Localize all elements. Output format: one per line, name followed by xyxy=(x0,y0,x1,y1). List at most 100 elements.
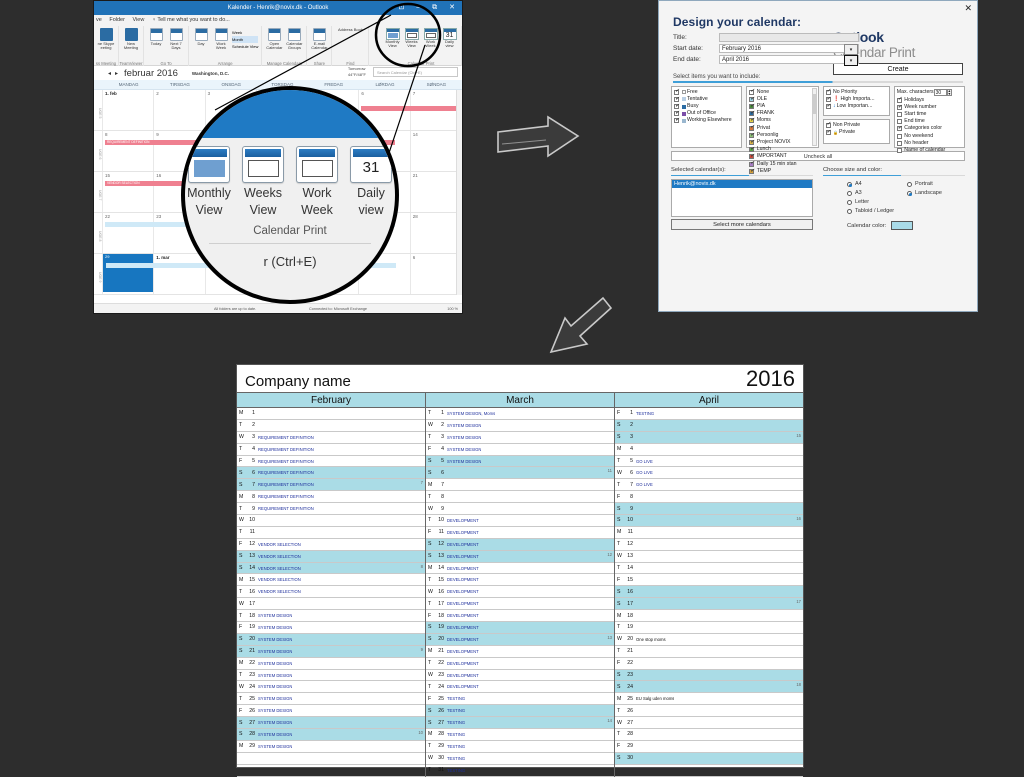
chevron-down-icon[interactable]: ▾ xyxy=(844,55,858,66)
monthly-view-button-zoomed[interactable]: Monthly View xyxy=(187,146,232,217)
calendar-day-cell[interactable]: 2 xyxy=(154,90,206,130)
window-controls[interactable]: ⊡ – ⧉ ✕ xyxy=(399,1,460,15)
monthly-view-button[interactable]: Monthly View xyxy=(384,28,401,49)
chevron-down-icon[interactable]: ▾ xyxy=(844,44,858,55)
skype-meeting-button[interactable]: ne Skype eeting xyxy=(97,28,115,51)
radio-landscape[interactable]: Landscape xyxy=(907,189,951,198)
next-7-days-button[interactable]: Next 7 Days xyxy=(167,28,185,51)
calendar-day-cell[interactable]: 6 xyxy=(411,254,462,294)
checkbox-week-number[interactable]: Week number xyxy=(896,104,962,111)
new-meeting-button[interactable]: New Meeting xyxy=(122,28,140,51)
menu-item-0[interactable]: ve xyxy=(96,17,102,23)
work-week-button-zoomed[interactable]: Work Week xyxy=(295,146,340,217)
calendar-day-cell[interactable]: 1. feb xyxy=(103,90,155,130)
checkbox-personlig[interactable]: Personlig xyxy=(749,132,815,139)
calendar-day-cell[interactable]: 21 xyxy=(411,172,462,212)
checkbox-high-importance[interactable]: ❗High Importa... xyxy=(825,96,887,103)
checkbox-end-time[interactable]: End time xyxy=(896,118,962,125)
checkbox-daily-standup[interactable]: Daily 15 min stan xyxy=(749,160,815,168)
close-icon[interactable]: ✕ xyxy=(964,3,972,14)
title-input[interactable] xyxy=(719,33,859,42)
selected-calendar-item[interactable]: Henrik@novix.dk xyxy=(672,180,812,188)
outlook-menubar[interactable]: ve Folder View ♀ Tell me what you want t… xyxy=(94,15,462,26)
weeks-view-button[interactable]: Weeks View xyxy=(403,28,420,49)
calendar-scrollbar[interactable] xyxy=(456,90,462,295)
day-view-button[interactable]: Day xyxy=(192,28,210,51)
privacy-panel[interactable]: Non Private 🔒Private xyxy=(822,118,890,144)
checkbox-pia[interactable]: PIA xyxy=(749,103,815,110)
radio-portrait[interactable]: Portrait xyxy=(907,180,951,189)
calendar-day-cell[interactable]: 15 VENDOR SELECTION xyxy=(103,172,395,212)
calendar-day-cell[interactable]: 14 xyxy=(411,131,462,171)
checkbox-low-importance[interactable]: ↓Low Importan... xyxy=(825,103,887,110)
checkbox-free[interactable]: Free xyxy=(674,88,739,96)
calendar-day-cell[interactable]: 22 xyxy=(103,213,395,253)
radio-tabloid[interactable]: Tabloid / Ledger xyxy=(847,207,899,216)
checkbox-no-priority[interactable]: No Priority xyxy=(825,88,887,96)
radio-a3[interactable]: A3 xyxy=(847,189,899,198)
arrange-month-item[interactable]: Month xyxy=(232,36,259,43)
search-input[interactable]: Search Calendar (Ctrl+E) xyxy=(373,67,458,77)
checkbox-name-of-calendar[interactable]: Name of calendar xyxy=(896,147,962,154)
checkbox-lunch[interactable]: Lunch xyxy=(749,146,815,153)
work-week-button[interactable]: Work Week xyxy=(212,28,230,51)
checkbox-holidays[interactable]: Holidays xyxy=(896,96,962,104)
today-button[interactable]: Today xyxy=(147,28,165,51)
email-calendar-button[interactable]: E-mail Calendar xyxy=(310,28,328,51)
calendar-groups-button[interactable]: Calendar Groups xyxy=(285,28,303,51)
checkbox-private[interactable]: 🔒Private xyxy=(825,129,887,136)
radio-a4[interactable]: A4 xyxy=(847,180,899,189)
arrange-schedule-view-item[interactable]: Schedule View xyxy=(232,43,258,50)
menu-item-folder[interactable]: Folder xyxy=(109,17,125,23)
checkbox-none[interactable]: None xyxy=(749,88,815,96)
checkbox-busy[interactable]: Busy xyxy=(674,103,739,110)
start-date-input[interactable]: February 2016 ▾ xyxy=(719,44,859,55)
next-month-button[interactable]: ▸ xyxy=(115,70,118,77)
checkbox-non-private[interactable]: Non Private xyxy=(825,121,887,129)
calendar-color-swatch[interactable] xyxy=(891,221,914,230)
checkbox-important[interactable]: IMPORTANT xyxy=(749,153,815,160)
address-book-button[interactable]: Address Book xyxy=(335,27,365,32)
max-characters-input[interactable]: 30 xyxy=(933,88,947,96)
daily-view-button-zoomed[interactable]: 31 Daily view xyxy=(349,146,394,217)
checkbox-moms[interactable]: Moms xyxy=(749,117,815,124)
checkbox-privat[interactable]: Privat xyxy=(749,124,815,132)
zoom-level[interactable]: 100 % xyxy=(447,304,458,313)
calendar-event[interactable] xyxy=(360,106,461,111)
calendar-day-cell[interactable]: 1. mar xyxy=(106,254,397,294)
categories-panel[interactable]: None OLE PIA FRANK Moms Privat Personlig… xyxy=(746,85,819,175)
checkbox-temp[interactable]: TEMP xyxy=(749,168,815,175)
open-calendar-button[interactable]: Open Calendar xyxy=(265,28,283,51)
menu-item-view[interactable]: View xyxy=(132,17,144,23)
work-week-print-button[interactable]: Work Week xyxy=(422,28,439,49)
checkbox-working-elsewhere[interactable]: Working Elsewhere xyxy=(674,117,739,124)
checkbox-project-novix[interactable]: Project NOVIX xyxy=(749,139,815,146)
checkbox-categories-color[interactable]: Categories color xyxy=(896,125,962,132)
checkbox-ole[interactable]: OLE xyxy=(749,96,815,103)
calendar-day-cell[interactable]: 7 xyxy=(360,90,462,130)
categories-scrollbar[interactable] xyxy=(811,87,817,146)
calendar-day-cell[interactable]: 28 xyxy=(411,213,462,253)
selected-calendars-list[interactable]: Henrik@novix.dk xyxy=(671,179,813,217)
spinner-arrows[interactable]: ▲ ▼ xyxy=(946,88,952,96)
arrange-week-item[interactable]: Week xyxy=(232,29,258,36)
tell-me-box[interactable]: ♀ Tell me what you want to do... xyxy=(152,17,230,23)
max-characters-row[interactable]: Max. characters 30 ▲ ▼ xyxy=(897,88,962,96)
checkbox-no-header[interactable]: No header xyxy=(896,140,962,147)
prev-month-button[interactable]: ◂ xyxy=(108,70,111,77)
daily-view-button[interactable]: 31 Daily view xyxy=(441,28,458,49)
select-more-calendars-button[interactable]: Select more calendars xyxy=(671,219,813,230)
checkbox-start-time[interactable]: Start time xyxy=(896,111,962,118)
checkbox-tentative[interactable]: Tentative xyxy=(674,96,739,103)
calendar-day-cell[interactable]: 8 REQUIREMENT DEFINITION xyxy=(103,131,395,171)
calendar-event[interactable]: 29 xyxy=(103,254,154,292)
calendar-day-cell[interactable]: 29 xyxy=(103,254,155,294)
checkbox-no-weekend[interactable]: No weekend xyxy=(896,133,962,140)
availability-panel[interactable]: Free Tentative Busy Out of Office Workin… xyxy=(671,85,743,148)
weeks-view-button-zoomed[interactable]: Weeks View xyxy=(241,146,286,217)
priority-panel[interactable]: No Priority ❗High Importa... ↓Low Import… xyxy=(822,85,890,116)
end-date-input[interactable]: April 2016 ▾ xyxy=(719,55,859,66)
radio-letter[interactable]: Letter xyxy=(847,198,899,207)
checkbox-frank[interactable]: FRANK xyxy=(749,110,815,117)
checkbox-out-of-office[interactable]: Out of Office xyxy=(674,110,739,117)
